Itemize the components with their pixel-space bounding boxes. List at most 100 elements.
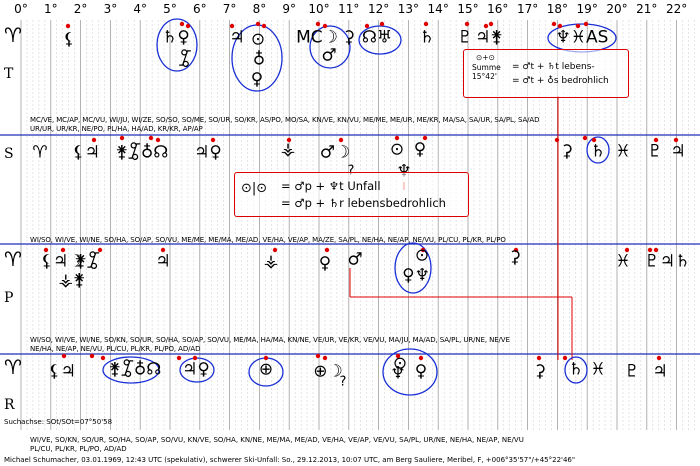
degree-label: 13° [397,2,420,16]
red-marker-dot [179,21,185,27]
red-marker-dot [554,137,560,143]
annot-small-summe: Summe [472,63,501,72]
red-marker-dot [536,355,542,361]
degree-label: 11° [338,2,360,16]
glyph-t-11: ♄ [419,27,435,48]
glyph-r-7: ♀ [414,361,428,382]
degree-label: 14° [427,2,449,16]
glyph-r-11: ♇ [624,361,640,382]
pairs-t-line1: MC/VE, MC/AP, MC/VU, WI/JU, WI/ZE, SO/SO… [30,116,540,124]
aries-symbol-top: ♈ [4,23,22,47]
red-marker-dot [488,21,494,27]
red-marker-dot [148,135,154,141]
question-mark-r: ? [339,374,347,390]
search-axis-label: Suchachse: SOt/SOt=07°50'58 [4,418,113,426]
degree-label: 12° [367,2,390,16]
glyph-p-7: ⊙ [414,245,430,266]
aries-symbol-mid: ♈ [4,247,22,271]
glyph-t-5: ♁ [252,49,266,70]
band-label-r: R [4,397,15,413]
annot-small-symbol: ⊙+⊙ [476,53,495,62]
degree-label: 16° [487,2,509,16]
degree-label: 22° [665,2,688,16]
glyph-t-4: ⊙ [250,29,266,50]
footer-pairs-line2: PL/CU, PL/KR, PL/PO, AD/AD [30,445,127,453]
degree-label: 17° [516,2,539,16]
red-marker-dot [322,355,328,361]
glyph-t-10: ☊♅ [361,27,393,48]
degree-label: 15° [457,2,479,16]
red-marker-dot [656,355,662,361]
glyph-s-12: ♇ [647,141,663,162]
red-marker-dot [582,135,588,141]
annotation-box-big: ⊙|⊙ = ♂p + ♆t Unfall = ♂p + ♄r lebensbed… [234,172,469,217]
red-marker-dot [562,355,568,361]
red-marker-dot [423,21,429,27]
aries-symbol-bottom: ♈ [4,355,22,379]
degree-label: 8° [252,2,267,16]
glyph-t-6: ♀ [250,69,264,90]
red-marker-dot [176,355,182,361]
glyph-s-4: ⚶ [280,139,296,160]
band-label-t: T [4,66,14,82]
red-marker-dot [315,353,321,359]
glyph-p-8: ♀♆ [402,265,430,286]
annot-small-line1: = ♂t + ♄t lebens- [512,62,595,72]
glyph-r-9: ♄ [568,359,584,380]
glyph-t-13: ♃⚵ [475,27,503,48]
degree-label: 3° [103,2,118,16]
glyph-t-0: ⚸ [62,29,76,50]
glyph-t-7: MC☽ [296,27,338,48]
glyph-s-3: ♃♀ [194,142,222,163]
glyph-p-9: ⚳ [508,247,522,268]
astro-chart-canvas: 0° 1° 2° 3° 4° 5° 6° 7° 8° 9° 10° 11° 12° 13° 14° 15° 16… [0,0,700,466]
glyph-p-1: ⚵⯙ [74,251,100,272]
band-label-s: S [4,146,14,162]
degree-label: 4° [133,2,148,16]
glyph-s-9: ⚳ [560,141,574,162]
pairs-t-line2: UR/UR, UR/KR, NE/PO, PL/HA, HA/AD, KR/KR… [30,125,203,133]
glyph-s-0: ♈ [32,142,48,163]
glyph-t-2: ⯙ [178,49,192,70]
glyph-p-11: ♇ [644,251,660,272]
degree-label: 5° [163,2,177,16]
red-marker-dot [255,21,261,27]
glyph-s-10: ♄ [590,141,606,162]
glyph-p-2: ⚶⚵ [58,270,86,291]
glyph-s-6: ⊙ [389,139,405,160]
glyph-r-10: ♓ [590,359,606,380]
red-marker-dot [464,21,470,27]
glyph-r-8: ⚳ [533,361,547,382]
glyph-p-5: ♀ [318,253,332,274]
glyph-r-2: ♃♀ [182,359,210,380]
glyph-p-6: ♂ [347,249,363,270]
glyph-t-14: ♆♓AS [555,27,609,48]
red-marker-dot [315,21,321,27]
red-marker-dot [583,21,589,27]
glyph-p-3: ♃ [155,251,171,272]
glyph-t-12: ♇ [457,27,473,48]
glyph-r-4: ⊕☽ [313,361,343,382]
glyph-r-3: ⊕ [258,359,274,380]
red-marker-dot [379,21,385,27]
chart-caption: Michael Schumacher, 03.01.1969, 12:43 UT… [4,456,576,464]
red-marker-dot [261,23,267,29]
degree-label: 7° [222,2,237,16]
glyph-t-8: ♂ [321,45,337,66]
degree-label: 0° [14,2,28,16]
degree-label: 10° [308,2,330,16]
red-marker-dot [65,23,71,29]
glyph-s-11: ♓ [615,141,631,162]
degree-label: 18° [546,2,569,16]
red-marker-dot [119,135,125,141]
glyph-r-0: ⚸♃ [48,361,76,382]
degree-label: 2° [73,2,88,16]
glyph-s-5: ♂☽ [319,142,351,163]
glyph-s-1: ⚸♃ [72,142,100,163]
annot-big-lhs: ⊙|⊙ [241,181,268,196]
glyph-s-2: ⚵⯙♁☊ [115,142,169,163]
glyph-s-7: ♀ [413,139,427,160]
degree-label: 21° [636,2,658,16]
glyph-r-12: ♃ [652,361,668,382]
annot-big-line2: = ♂p + ♄r lebensbedrohlich [281,196,446,210]
